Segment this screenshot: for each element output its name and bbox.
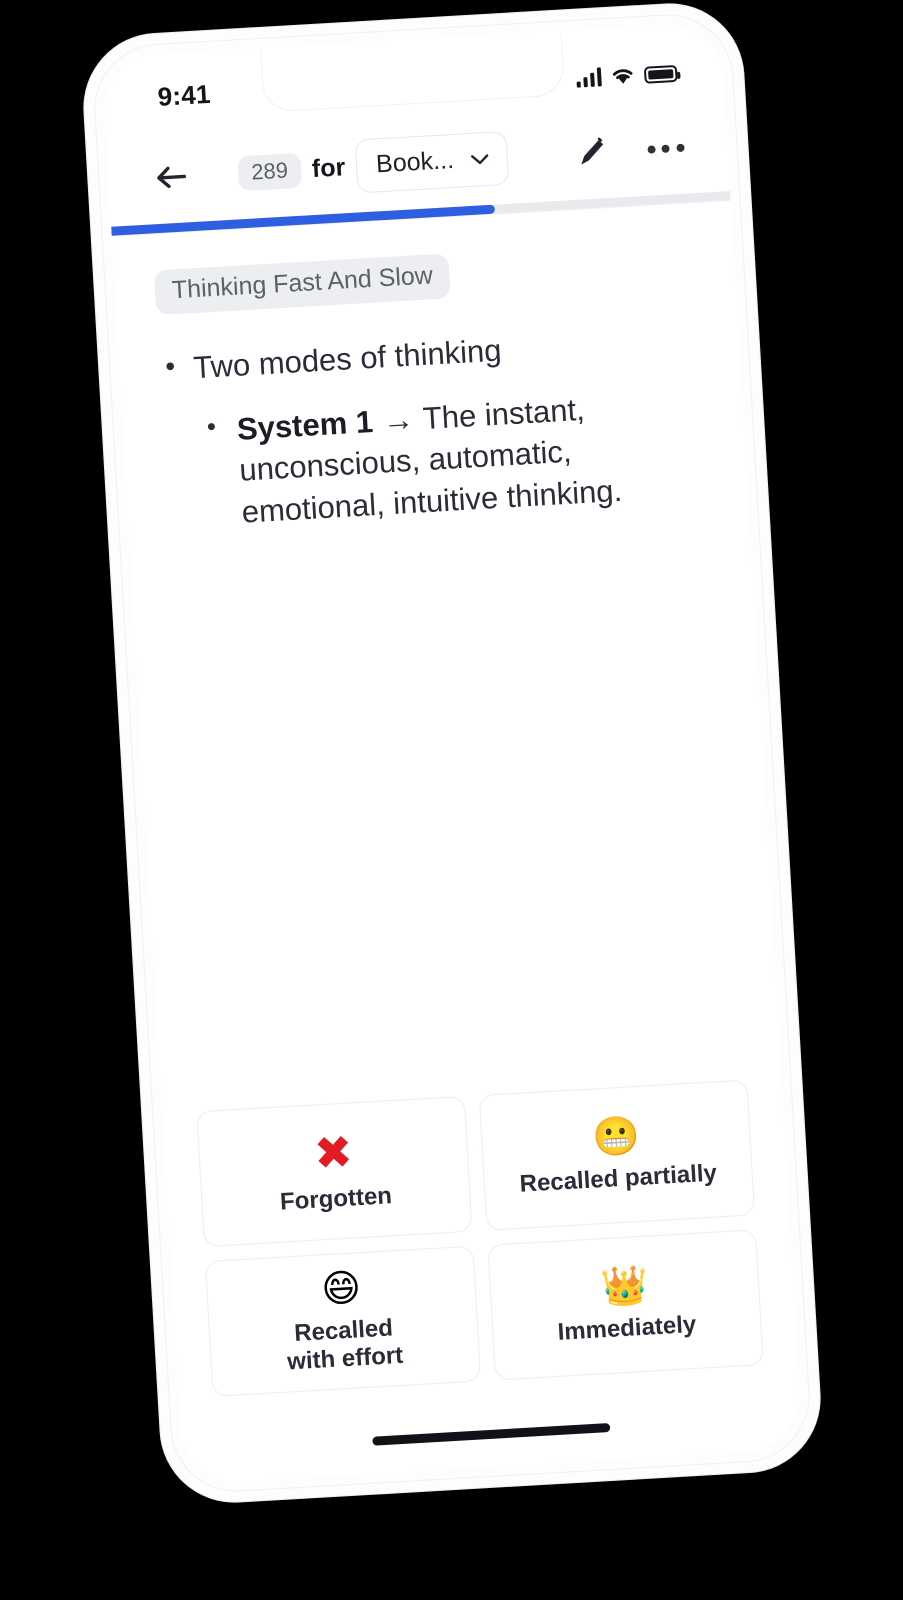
- answer-label: Immediately: [556, 1310, 697, 1346]
- wifi-icon: [612, 69, 633, 84]
- phone-mockup: 9:41 289 for Book... Thinking Fast And S…: [80, 0, 824, 1506]
- grinning-face-icon: 😄: [320, 1264, 363, 1312]
- screen-notch: [259, 28, 566, 113]
- more-options-icon[interactable]: [646, 130, 685, 168]
- deck-selector-label: Book...: [375, 145, 455, 179]
- note-bullet-sub: System 1→The instant, unconscious, autom…: [236, 382, 706, 533]
- back-arrow-icon[interactable]: [147, 153, 196, 202]
- answer-card-immediately[interactable]: 👑 Immediately: [487, 1229, 764, 1381]
- answer-card-recalled-partially[interactable]: 😬 Recalled partially: [478, 1079, 756, 1231]
- note-bullet-list: Two modes of thinking System 1→The insta…: [158, 318, 706, 537]
- answer-grid: ✖ Forgotten 😬 Recalled partially 😄 Recal…: [162, 1078, 797, 1399]
- note-sub-term: System 1: [235, 403, 374, 447]
- cellular-signal-icon: [575, 66, 602, 88]
- chevron-down-icon: [470, 153, 489, 164]
- mockup-stage: 9:41 289 for Book... Thinking Fast And S…: [0, 0, 903, 1600]
- deck-tag: Thinking Fast And Slow: [153, 253, 452, 316]
- card-note-body: Two modes of thinking System 1→The insta…: [158, 318, 706, 537]
- cross-mark-icon: ✖: [312, 1124, 355, 1181]
- status-indicators: [575, 58, 678, 88]
- card-count-badge: 289: [237, 152, 302, 191]
- device-frame: 9:41 289 for Book... Thinking Fast And S…: [80, 0, 824, 1506]
- answer-label: Recalled partially: [518, 1159, 718, 1198]
- note-bullet-primary: Two modes of thinking System 1→The insta…: [192, 318, 706, 535]
- for-label: for: [311, 152, 346, 183]
- app-top-bar: 289 for Book...: [106, 99, 730, 227]
- flashcard-content: Thinking Fast And Slow Two modes of thin…: [112, 211, 781, 1113]
- battery-full-icon: [643, 64, 678, 84]
- deck-selector[interactable]: Book...: [354, 130, 510, 194]
- home-indicator[interactable]: [372, 1423, 611, 1446]
- grimacing-face-icon: 😬: [590, 1112, 641, 1160]
- deck-progress-group: 289 for Book...: [193, 128, 554, 203]
- status-time: 9:41: [156, 78, 212, 112]
- note-bullet-primary-text: Two modes of thinking: [192, 332, 503, 386]
- note-sub-bullet-list: System 1→The instant, unconscious, autom…: [196, 382, 706, 535]
- phone-screen: 9:41 289 for Book... Thinking Fast And S…: [101, 21, 803, 1485]
- top-bar-actions: [573, 130, 685, 172]
- pencil-edit-icon[interactable]: [573, 134, 611, 172]
- note-sub-arrow: →: [381, 401, 415, 438]
- answer-card-forgotten[interactable]: ✖ Forgotten: [196, 1095, 473, 1248]
- answer-label: Recalled with effort: [286, 1314, 404, 1376]
- crown-icon: 👑: [599, 1262, 650, 1310]
- answer-card-recalled-with-effort[interactable]: 😄 Recalled with effort: [204, 1245, 482, 1397]
- answer-label: Forgotten: [279, 1182, 393, 1216]
